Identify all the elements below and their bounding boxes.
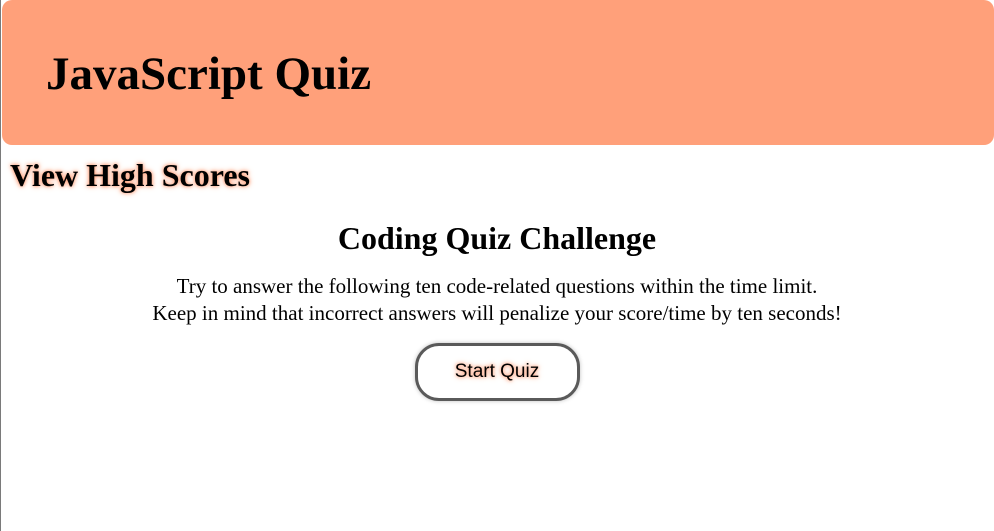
header-banner: JavaScript Quiz xyxy=(2,0,994,145)
challenge-heading: Coding Quiz Challenge xyxy=(337,220,657,256)
app-title: JavaScript Quiz xyxy=(46,48,372,100)
instructions-line-1: Try to answer the following ten code-rel… xyxy=(176,274,818,298)
quiz-intro: Coding Quiz Challenge Try to answer the … xyxy=(0,215,994,401)
view-high-scores-link[interactable]: View High Scores xyxy=(10,155,250,195)
start-quiz-button[interactable]: Start Quiz xyxy=(414,343,580,401)
instructions-text: Try to answer the following ten code-rel… xyxy=(0,273,994,327)
instructions-line-2: Keep in mind that incorrect answers will… xyxy=(152,301,842,325)
